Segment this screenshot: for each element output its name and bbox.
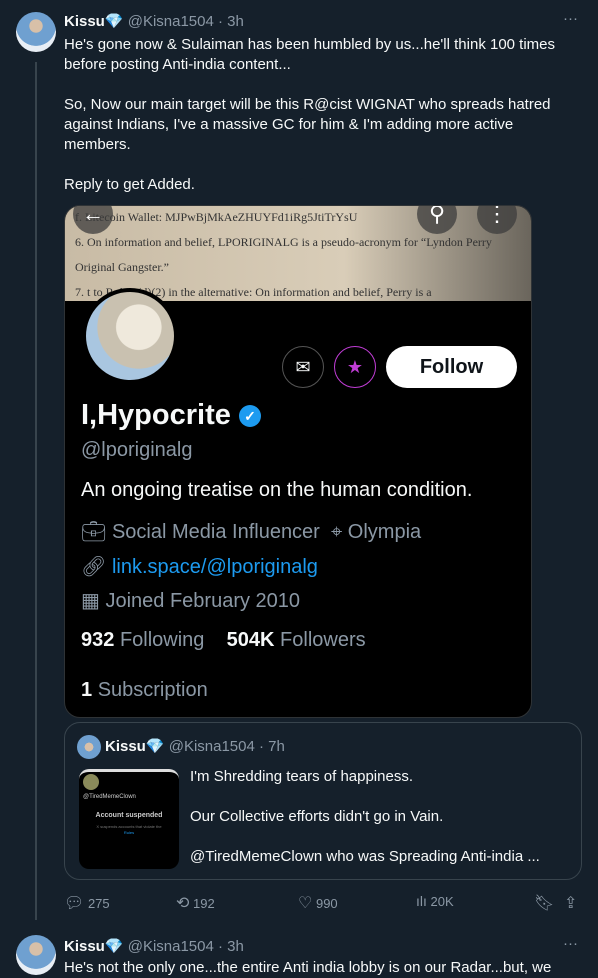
more-options-icon[interactable]: ··· — [563, 10, 578, 27]
following-label: Following — [119, 629, 205, 651]
author-name[interactable]: Kissu — [64, 938, 105, 955]
avatar[interactable] — [16, 12, 56, 52]
tweet-text: He's gone now & Sulaiman has been humble… — [64, 36, 556, 193]
profile-banner: f. Litecoin Wallet: MJPwBjMkAeZHUYFd1iRg… — [65, 206, 531, 301]
tweet-actions: 💬︎ 275 ⟲ 192 ♡ 990 ılı 20K 🔖︎ ⇪ — [64, 893, 584, 913]
verified-icon: ✓ — [238, 405, 261, 428]
follow-button: Follow — [386, 346, 517, 388]
display-name: I,Hypocrite — [81, 399, 231, 431]
following-count: 932 — [81, 629, 115, 651]
tweet-header: Kissu💎 @Kisna1504 · 3h — [64, 12, 244, 30]
briefcase-icon: 💼︎ — [81, 521, 107, 543]
location: Olympia — [347, 521, 422, 543]
thumb-handle: @TiredMemeClown — [83, 794, 136, 800]
joined-date: Joined February 2010 — [105, 590, 301, 612]
author-name[interactable]: Kissu — [64, 13, 105, 30]
repost-icon: ⟲ — [176, 895, 190, 912]
quoted-line: Our Collective efforts didn't go in Vain… — [190, 808, 444, 825]
repost-count: 192 — [193, 896, 215, 911]
location-icon: ⌖ — [330, 521, 343, 543]
subscription-count: 1 — [81, 679, 93, 701]
thread-line — [35, 62, 37, 920]
bookmark-icon[interactable]: 🔖︎ — [534, 893, 554, 913]
quoted-time: · 7h — [259, 738, 285, 755]
analytics-icon: ılı — [416, 893, 427, 909]
author-handle[interactable]: @Kisna1504 — [128, 938, 214, 955]
subscription-label: Subscription — [97, 679, 208, 701]
verified-diamond-icon: 💎 — [104, 938, 124, 955]
tweet-text: He's not the only one...the entire Anti … — [64, 959, 552, 976]
share-icon[interactable]: ⇪ — [564, 893, 577, 913]
heart-icon: ♡ — [298, 895, 313, 912]
calendar-icon: ▦ — [81, 590, 100, 612]
link-icon: 🔗︎ — [81, 556, 107, 578]
repost-button[interactable]: ⟲ 192 — [176, 893, 215, 913]
back-arrow-icon: ← — [73, 206, 113, 234]
message-icon: ✉ — [282, 346, 324, 388]
quoted-thumbnail: @TiredMemeClown Account suspended X susp… — [79, 769, 179, 869]
bio: An ongoing treatise on the human conditi… — [81, 479, 473, 501]
reply-button[interactable]: 💬︎ 275 — [64, 893, 110, 913]
quoted-line: I'm Shredding tears of happiness. — [190, 768, 413, 785]
category: Social Media Influencer — [111, 521, 320, 543]
followers-label: Followers — [280, 629, 366, 651]
verified-diamond-icon: 💎 — [104, 13, 124, 30]
timestamp[interactable]: · 3h — [218, 13, 244, 30]
avatar[interactable] — [16, 935, 56, 975]
author-handle[interactable]: @Kisna1504 — [128, 13, 214, 30]
banner-line: 6. On information and belief, LPORIGINAL… — [75, 235, 492, 249]
quoted-handle: @Kisna1504 — [168, 738, 255, 755]
view-count: 20K — [430, 894, 454, 909]
profile-avatar — [82, 288, 178, 384]
like-button[interactable]: ♡ 990 — [298, 893, 338, 913]
thumb-rules: Rules — [123, 830, 135, 835]
verified-diamond-icon: 💎 — [145, 738, 165, 755]
quoted-avatar — [77, 735, 101, 759]
more-options-icon[interactable]: ··· — [563, 935, 578, 952]
views-button[interactable]: ılı 20K — [416, 893, 454, 909]
followers-count: 504K — [226, 629, 275, 651]
like-count: 990 — [315, 896, 338, 911]
profile-link: link.space/@lporiginalg — [111, 556, 318, 578]
banner-line: Original Gangster.” — [75, 260, 169, 274]
quoted-tweet[interactable]: Kissu💎 @Kisna1504 · 7h @TiredMemeClown A… — [64, 722, 582, 880]
thumb-sub: X suspends accounts that violate the — [96, 824, 162, 829]
reply-count: 275 — [87, 896, 110, 911]
profile-screenshot[interactable]: f. Litecoin Wallet: MJPwBjMkAeZHUYFd1iRg… — [64, 205, 532, 718]
quoted-author-name: Kissu — [105, 738, 146, 755]
subscribe-icon: ★ — [334, 346, 376, 388]
thumb-title: Account suspended — [95, 812, 163, 819]
reply-icon: 💬︎ — [64, 895, 85, 912]
timestamp[interactable]: · 3h — [218, 938, 244, 955]
kebab-menu-icon: ⋮ — [477, 206, 517, 234]
search-icon: ⚲ — [417, 206, 457, 234]
quoted-line: @TiredMemeClown who was Spreading Anti-i… — [190, 848, 540, 865]
profile-handle: @lporiginalg — [81, 439, 193, 461]
